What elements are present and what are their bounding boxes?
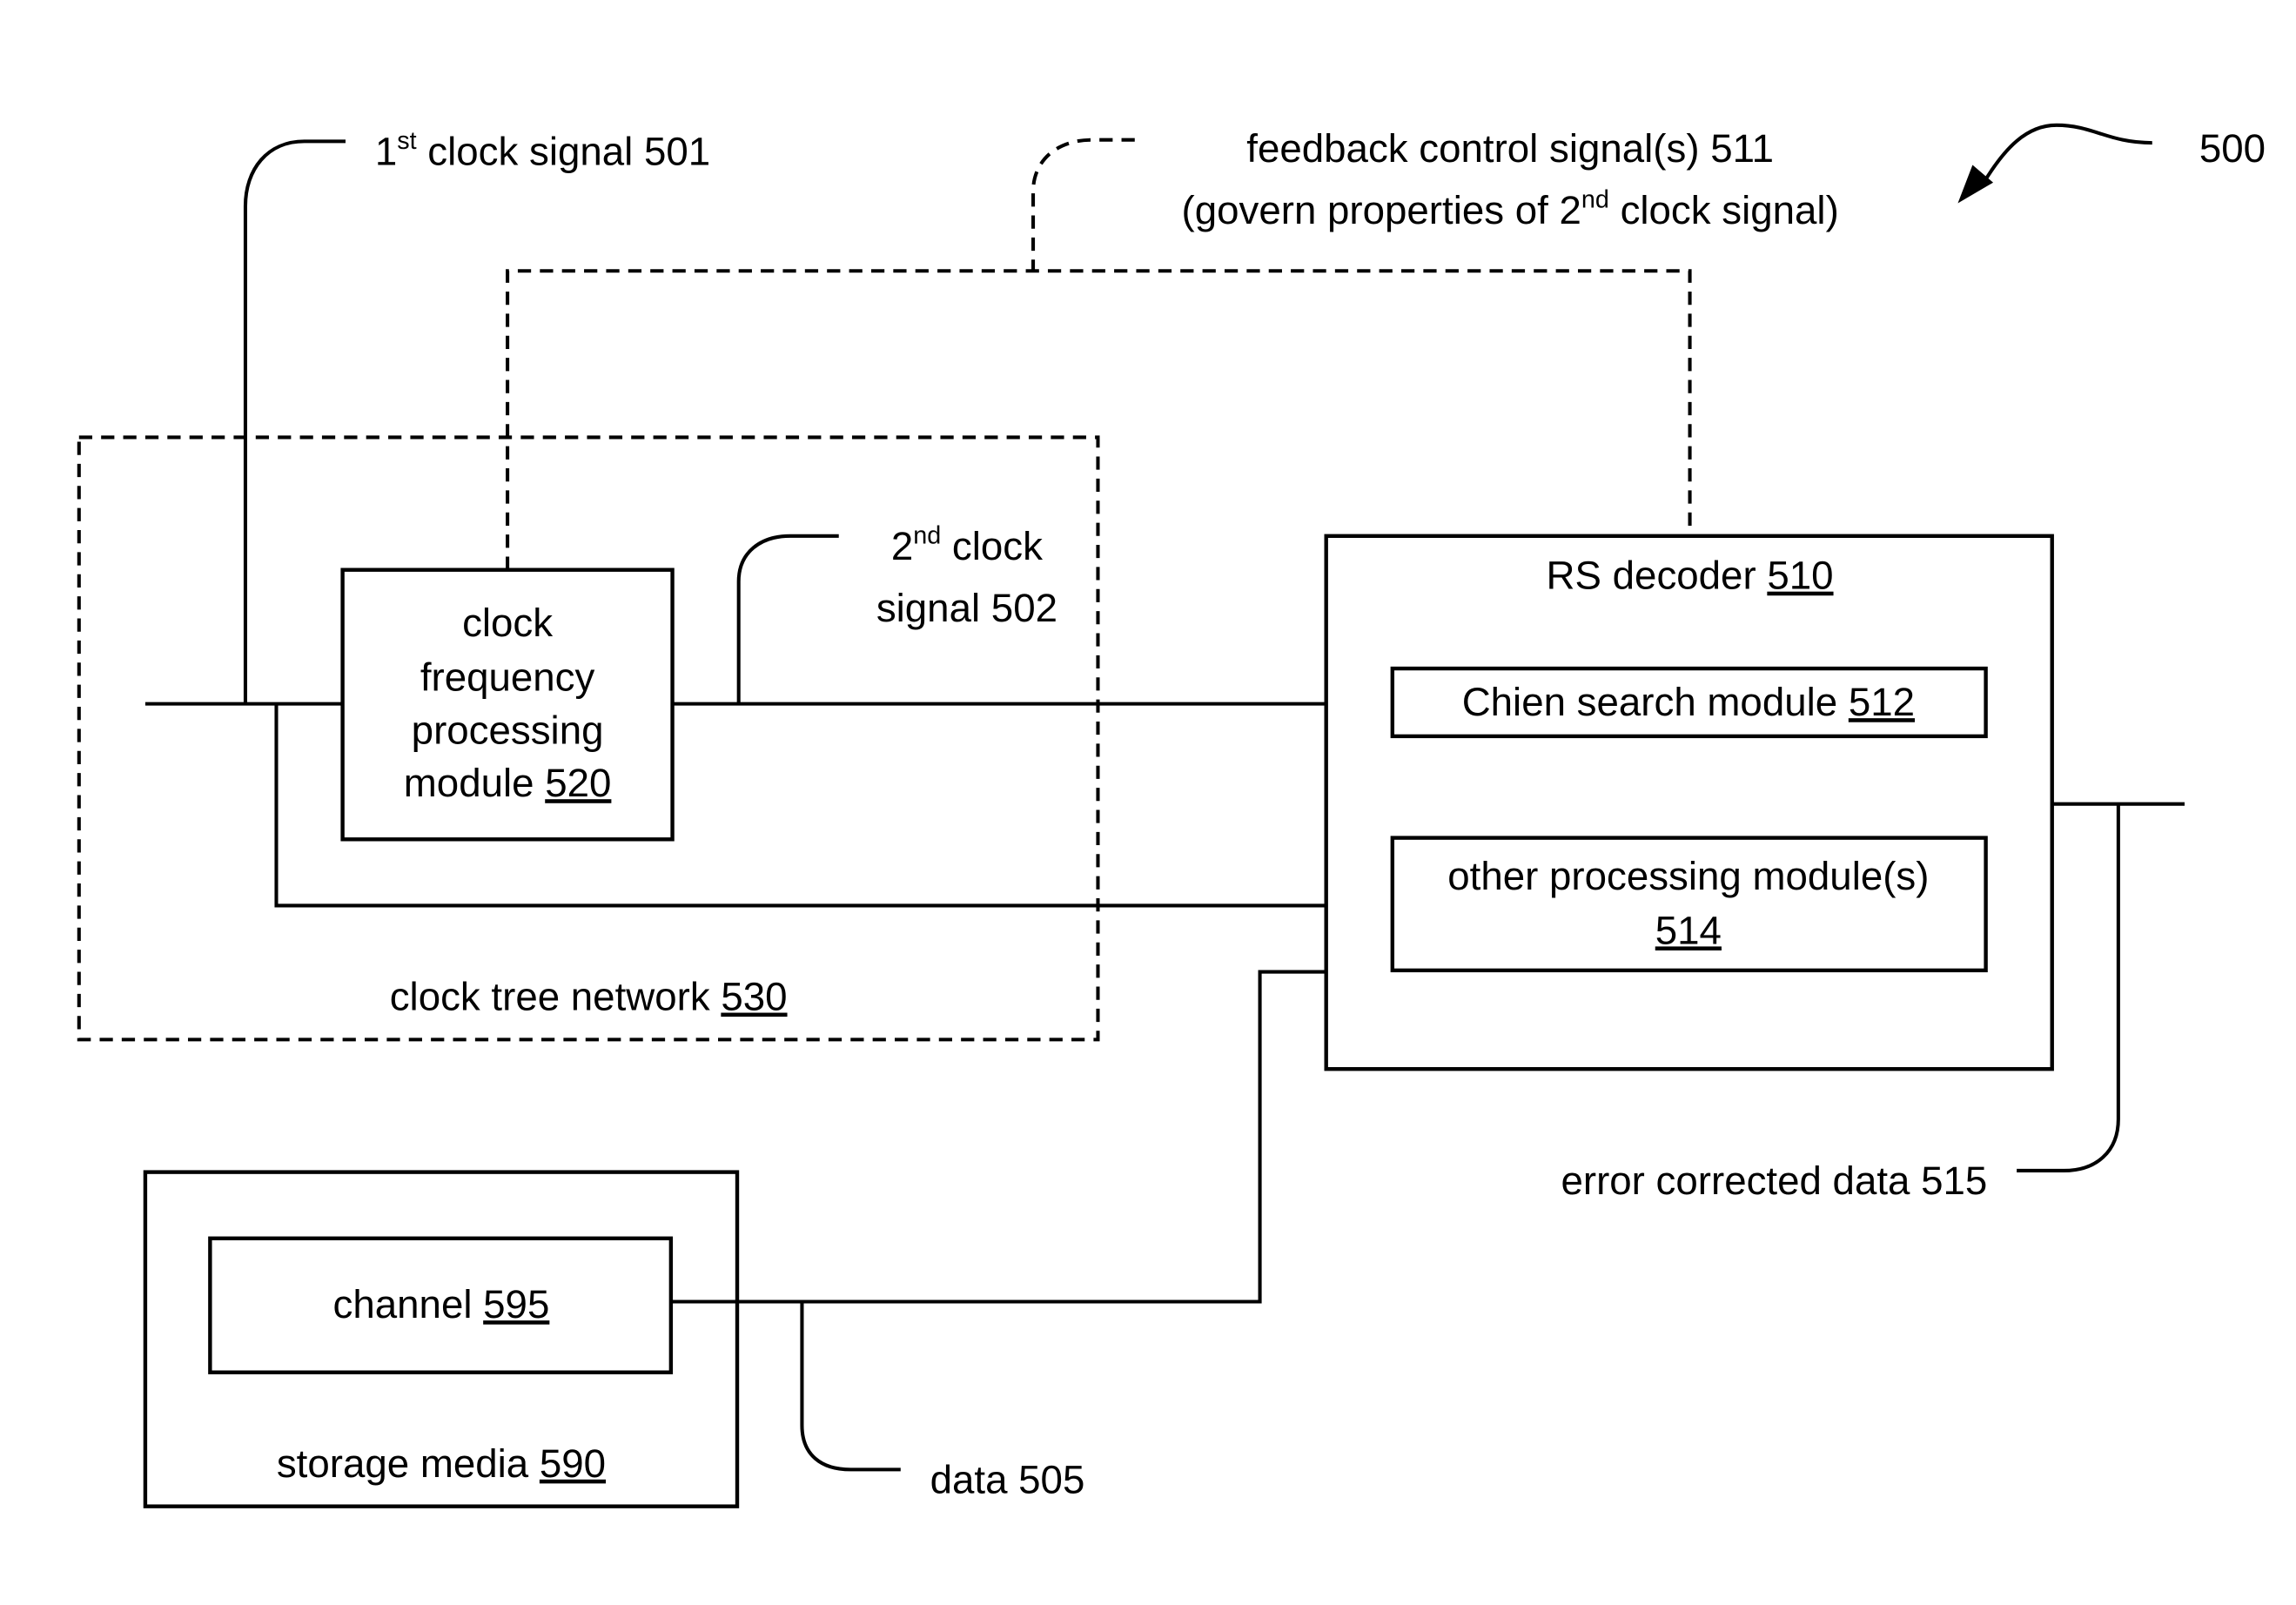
other-processing-label: other processing module(s) — [1447, 854, 1929, 898]
figure-ref-arrow — [1981, 123, 2152, 185]
feedback-label-line1: feedback control signal(s) 511 — [1246, 126, 1774, 171]
cfpm-line1: clock — [462, 601, 553, 645]
cfpm-line3: processing — [412, 708, 604, 752]
data-line — [670, 970, 1326, 1304]
cfpm-line4: module 520 — [404, 761, 612, 805]
error-corrected-label: error corrected data 515 — [1561, 1158, 1987, 1203]
chien-search-label: Chien search module 512 — [1462, 680, 1915, 724]
figure-ref-arrowhead — [1957, 165, 1994, 204]
clock2-label-line1: 2nd clock — [891, 521, 1043, 568]
data-leader — [800, 1301, 901, 1472]
rs-decoder-box — [1324, 534, 2054, 1071]
clock2-label-line2: signal 502 — [876, 586, 1057, 630]
clock1-label: 1st clock signal 501 — [375, 127, 710, 174]
patent-diagram: 500 1st clock signal 501 feedback contro… — [77, 123, 2266, 1508]
clock-tree-network-label: clock tree network 530 — [390, 975, 788, 1019]
clock1-leader — [243, 139, 346, 704]
clock2-leader — [736, 534, 839, 704]
data-label: data 505 — [930, 1457, 1085, 1501]
feedback-label-line2: (govern properties of 2nd clock signal) — [1182, 186, 1839, 233]
rs-decoder-label: RS decoder 510 — [1547, 554, 1834, 598]
channel-label: channel 595 — [333, 1282, 550, 1326]
other-processing-ref: 514 — [1655, 908, 1722, 952]
feedback-leader — [1031, 138, 1135, 270]
cfpm-line2: frequency — [420, 655, 595, 699]
storage-media-label: storage media 590 — [277, 1441, 606, 1486]
figure-ref-label: 500 — [2199, 126, 2266, 171]
